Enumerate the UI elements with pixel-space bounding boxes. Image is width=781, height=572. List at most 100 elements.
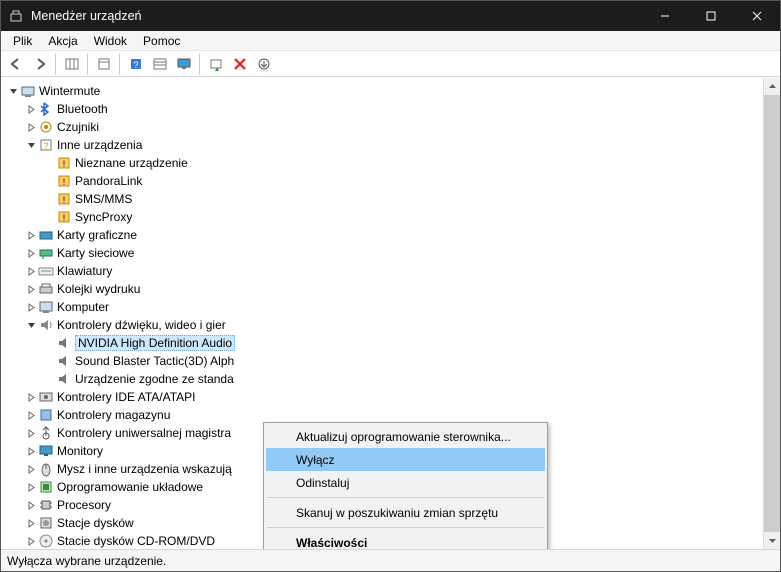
tree-item[interactable]: Karty sieciowe	[3, 244, 778, 262]
tree-item-label: Kolejki wydruku	[57, 282, 140, 296]
scroll-up-button[interactable]	[764, 78, 780, 95]
tree-item[interactable]: Karty graficzne	[3, 226, 778, 244]
expand-icon[interactable]	[25, 105, 37, 114]
toolbar-separator	[199, 53, 201, 75]
svg-text:!: !	[63, 177, 66, 187]
grid-button[interactable]	[149, 53, 171, 75]
net-icon	[38, 245, 54, 261]
collapse-icon[interactable]	[7, 87, 19, 96]
tree-item[interactable]: Kontrolery dźwięku, wideo i gier	[3, 316, 778, 334]
tree-item-label: Karty graficzne	[57, 228, 137, 242]
tree-item[interactable]: ? Inne urządzenia	[3, 136, 778, 154]
context-menu-item[interactable]: Skanuj w poszukiwaniu zmian sprzętu	[266, 501, 545, 524]
svg-text:!: !	[63, 195, 66, 205]
tree-item-label: Urządzenie zgodne ze standa	[75, 372, 234, 386]
scrollbar-vertical[interactable]	[763, 78, 780, 549]
menu-file[interactable]: Plik	[5, 32, 40, 50]
gpu-icon	[38, 227, 54, 243]
ide-icon	[38, 389, 54, 405]
computer-icon	[20, 83, 36, 99]
minimize-button[interactable]	[642, 1, 688, 31]
maximize-button[interactable]	[688, 1, 734, 31]
content-area: Wintermute Bluetooth Czujniki? Inne urządze…	[1, 77, 780, 549]
toolbar-separator	[119, 53, 121, 75]
tree-item[interactable]: Kolejki wydruku	[3, 280, 778, 298]
menu-view[interactable]: Widok	[86, 32, 135, 50]
tree-item-label: Czujniki	[57, 120, 99, 134]
tree-root-label: Wintermute	[39, 84, 100, 98]
tree-item[interactable]: Bluetooth	[3, 100, 778, 118]
properties-button[interactable]	[93, 53, 115, 75]
expand-icon[interactable]	[25, 123, 37, 132]
update-driver-button[interactable]	[253, 53, 275, 75]
expand-icon[interactable]	[25, 393, 37, 402]
expand-icon[interactable]	[25, 447, 37, 456]
expand-icon[interactable]	[25, 483, 37, 492]
mouse-icon	[38, 461, 54, 477]
scroll-down-button[interactable]	[764, 532, 780, 549]
expand-icon[interactable]	[25, 141, 37, 150]
menu-help[interactable]: Pomoc	[135, 32, 188, 50]
expand-icon[interactable]	[25, 411, 37, 420]
tree-item[interactable]: Klawiatury	[3, 262, 778, 280]
statusbar: Wyłącza wybrane urządzenie.	[1, 549, 780, 571]
titlebar: Menedżer urządzeń	[1, 1, 780, 31]
tree-item[interactable]: Czujniki	[3, 118, 778, 136]
sensor-icon	[38, 119, 54, 135]
nav-forward-button[interactable]	[29, 53, 51, 75]
unknown-icon: !	[56, 209, 72, 225]
context-menu-item[interactable]: Aktualizuj oprogramowanie sterownika...	[266, 425, 545, 448]
expand-icon[interactable]	[25, 519, 37, 528]
expand-icon[interactable]	[25, 303, 37, 312]
tree-item-label: Kontrolery IDE ATA/ATAPI	[57, 390, 196, 404]
tree-item-label: Sound Blaster Tactic(3D) Alph	[75, 354, 234, 368]
tree-item[interactable]: !PandoraLink	[3, 172, 778, 190]
context-menu-separator	[267, 497, 544, 498]
tree-item[interactable]: Kontrolery IDE ATA/ATAPI	[3, 388, 778, 406]
expand-icon[interactable]	[25, 537, 37, 546]
tree-item-label: Mysz i inne urządzenia wskazują	[57, 462, 232, 476]
expand-icon[interactable]	[25, 321, 37, 330]
tree-item[interactable]: NVIDIA High Definition Audio	[3, 334, 778, 352]
tree-item-label: Procesory	[57, 498, 111, 512]
tree-item[interactable]: Sound Blaster Tactic(3D) Alph	[3, 352, 778, 370]
expand-icon[interactable]	[25, 249, 37, 258]
speaker-icon	[56, 371, 72, 387]
expand-icon[interactable]	[25, 267, 37, 276]
nav-back-button[interactable]	[5, 53, 27, 75]
svg-text:!: !	[63, 213, 66, 223]
close-button[interactable]	[734, 1, 780, 31]
tree-item-label: Oprogramowanie układowe	[57, 480, 203, 494]
context-menu-item[interactable]: Odinstaluj	[266, 471, 545, 494]
context-menu-item[interactable]: Właściwości	[266, 531, 545, 549]
expand-icon[interactable]	[25, 285, 37, 294]
scroll-thumb[interactable]	[764, 95, 780, 532]
other-icon: ?	[38, 137, 54, 153]
unknown-icon: !	[56, 155, 72, 171]
menu-action[interactable]: Akcja	[40, 32, 85, 50]
speaker-icon	[56, 335, 72, 351]
disk-icon	[38, 515, 54, 531]
tree-item[interactable]: Urządzenie zgodne ze standa	[3, 370, 778, 388]
tree-item[interactable]: Komputer	[3, 298, 778, 316]
tree-item[interactable]: !Nieznane urządzenie	[3, 154, 778, 172]
svg-text:?: ?	[43, 141, 48, 151]
sound-icon	[38, 317, 54, 333]
view-grid-button[interactable]	[61, 53, 83, 75]
tree-item[interactable]: ! SMS/MMS	[3, 190, 778, 208]
expand-icon[interactable]	[25, 429, 37, 438]
expand-icon[interactable]	[25, 501, 37, 510]
scan-hardware-button[interactable]	[205, 53, 227, 75]
expand-icon[interactable]	[25, 465, 37, 474]
tree-item-label: SMS/MMS	[75, 192, 132, 206]
expand-icon[interactable]	[25, 231, 37, 240]
monitor-icon-button[interactable]	[173, 53, 195, 75]
tree-item[interactable]: !SyncProxy	[3, 208, 778, 226]
help-button[interactable]: ?	[125, 53, 147, 75]
tree-root[interactable]: Wintermute	[3, 82, 778, 100]
context-menu-item[interactable]: Wyłącz	[266, 448, 545, 471]
speaker-icon	[56, 353, 72, 369]
uninstall-button[interactable]	[229, 53, 251, 75]
tree-item-label: Inne urządzenia	[57, 138, 142, 152]
window: Menedżer urządzeń Plik Akcja Widok Pomoc…	[0, 0, 781, 572]
